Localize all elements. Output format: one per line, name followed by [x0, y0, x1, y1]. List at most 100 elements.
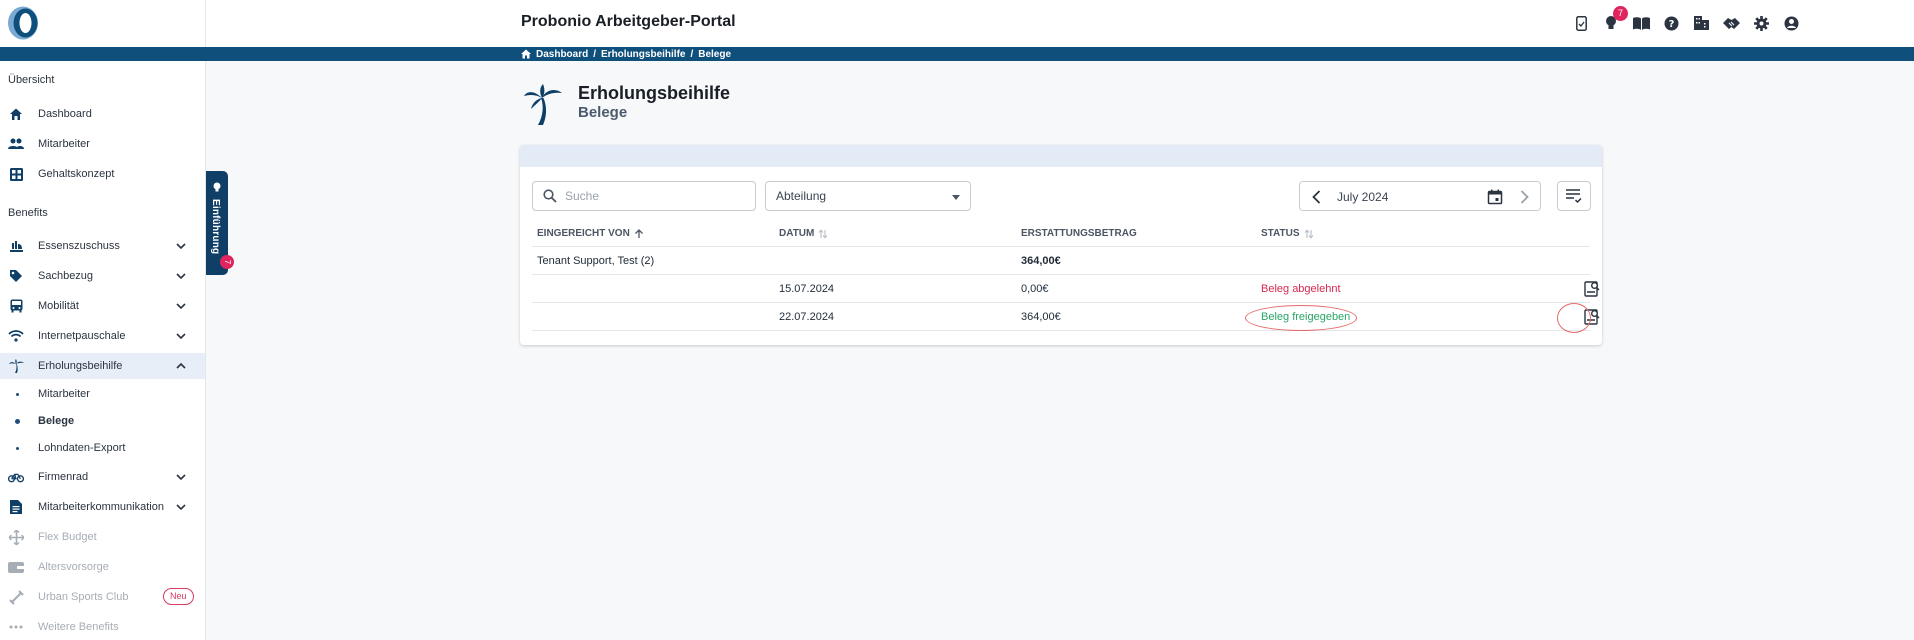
people-icon	[8, 136, 24, 152]
month-picker: July 2024	[1299, 181, 1541, 211]
card-header-band	[520, 145, 1602, 167]
breadcrumb: Dashboard / Erholungsbeihilfe / Belege	[521, 47, 731, 61]
column-header-eingereicht-von[interactable]: EINGEREICHT VON	[537, 228, 644, 239]
sidebar-item-weitere-benefits: Weitere Benefits	[0, 614, 205, 640]
dumbbell-icon	[8, 589, 24, 605]
sidebar-item-essenszuschuss[interactable]: Essenszuschuss	[0, 233, 205, 259]
sidebar-item-erholungsbeihilfe[interactable]: Erholungsbeihilfe	[0, 353, 205, 379]
sidebar-item-label: Firmenrad	[38, 471, 89, 483]
bullet-dot	[15, 418, 20, 424]
sidebar-item-label: Urban Sports Club	[38, 591, 129, 603]
chevron-left-icon[interactable]	[1308, 188, 1326, 206]
sidebar-item-label: Dashboard	[38, 108, 92, 120]
wallet-icon	[8, 559, 24, 575]
sidebar-subitem-lohndaten-export[interactable]: Lohndaten-Export	[0, 437, 205, 459]
chevron-down-icon	[176, 333, 186, 340]
column-header-erstattungsbetrag: ERSTATTUNGSBETRAG	[1021, 228, 1137, 239]
search-field[interactable]	[532, 181, 756, 211]
home-icon	[521, 49, 531, 59]
calendar-icon[interactable]	[1487, 189, 1503, 205]
account-icon[interactable]	[1782, 14, 1800, 32]
sidebar-item-label: Gehaltskonzept	[38, 168, 115, 180]
list-settings-icon	[1566, 189, 1582, 203]
breadcrumb-erholungsbeihilfe[interactable]: Erholungsbeihilfe	[601, 49, 685, 60]
sidebar-item-gehaltskonzept[interactable]: Gehaltskonzept	[0, 161, 205, 187]
sidebar-item-label: Sachbezug	[38, 270, 94, 282]
sidebar-item-altersvorsorge: Altersvorsorge	[0, 554, 205, 580]
breadcrumb-belege: Belege	[698, 48, 732, 60]
column-header-label: DATUM	[779, 228, 815, 239]
lightbulb-icon[interactable]: 7	[1602, 6, 1628, 32]
chevron-up-icon	[176, 362, 186, 369]
column-header-label: ERSTATTUNGSBETRAG	[1021, 228, 1137, 239]
bullet-dot	[16, 446, 19, 450]
sort-ascending-icon	[634, 228, 643, 238]
chevron-down-icon	[176, 474, 186, 481]
chevron-right-icon[interactable]	[1515, 188, 1533, 206]
column-settings-button[interactable]	[1557, 181, 1591, 211]
sort-icon	[818, 228, 828, 239]
sidebar-subitem-mitarbeiter[interactable]: Mitarbeiter	[0, 383, 205, 405]
sidebar-subitem-label: Lohndaten-Export	[38, 442, 126, 454]
header-icon-bar: 7 ?	[1572, 6, 1800, 32]
sidebar-item-label: Altersvorsorge	[38, 561, 109, 573]
chevron-down-icon	[176, 273, 186, 280]
sidebar-item-mitarbeiterkommunikation[interactable]: Mitarbeiterkommunikation	[0, 494, 205, 520]
handshake-icon[interactable]	[1722, 14, 1740, 32]
annotation-oval-receipt	[1557, 303, 1591, 333]
intro-tab[interactable]: Einführung 7	[206, 171, 234, 275]
dropdown-caret-icon	[952, 195, 960, 200]
sidebar-item-label: Mitarbeiter	[38, 138, 90, 150]
phone-icon[interactable]	[1572, 14, 1590, 32]
breadcrumb-dashboard[interactable]: Dashboard	[536, 49, 588, 60]
sidebar-subitem-belege[interactable]: Belege	[0, 410, 205, 432]
sidebar-item-label: Erholungsbeihilfe	[38, 360, 123, 372]
notification-badge: 7	[1613, 6, 1628, 21]
table-row[interactable]: 15.07.2024 0,00€ Beleg abgelehnt	[532, 275, 1600, 303]
column-header-datum[interactable]: DATUM	[779, 228, 828, 239]
sidebar-item-internetpauschale[interactable]: Internetpauschale	[0, 323, 205, 349]
page-subtitle: Belege	[578, 104, 628, 121]
intro-tab-label: Einführung	[210, 199, 221, 255]
sidebar-item-label: Mitarbeiterkommunikation	[38, 501, 164, 513]
receipts-card: Abteilung July 2024 EINGEREICHT VON DATU…	[520, 145, 1602, 345]
section-label-overview: Übersicht	[8, 74, 55, 86]
sidebar-subitem-label: Mitarbeiter	[38, 388, 90, 400]
department-select[interactable]: Abteilung	[765, 181, 971, 211]
group-total-amount: 364,00€	[1021, 255, 1061, 267]
table-group-row[interactable]: Tenant Support, Test (2) 364,00€	[532, 247, 1590, 275]
help-icon[interactable]: ?	[1662, 14, 1680, 32]
svg-text:?: ?	[1668, 19, 1674, 30]
sidebar-item-dashboard[interactable]: Dashboard	[0, 101, 205, 127]
row-date: 22.07.2024	[779, 311, 835, 323]
probonio-logo[interactable]	[6, 5, 40, 41]
row-date: 15.07.2024	[779, 283, 835, 295]
sidebar-item-sachbezug[interactable]: Sachbezug	[0, 263, 205, 289]
lightbulb-icon	[213, 182, 221, 192]
document-icon	[8, 499, 24, 515]
building-icon[interactable]	[1692, 14, 1710, 32]
sidebar-item-firmenrad[interactable]: Firmenrad	[0, 464, 205, 490]
palm-icon	[524, 84, 562, 125]
column-header-status[interactable]: STATUS	[1261, 228, 1314, 239]
sidebar: Übersicht Dashboard Mitarbeiter Gehaltsk…	[0, 0, 206, 640]
sidebar-item-label: Essenszuschuss	[38, 240, 120, 252]
gear-icon[interactable]	[1752, 14, 1770, 32]
book-icon[interactable]	[1632, 14, 1650, 32]
breadcrumb-separator: /	[593, 48, 597, 60]
group-employee-name: Tenant Support, Test (2)	[537, 255, 655, 267]
table-row[interactable]: 22.07.2024 364,00€ Beleg freigegeben	[532, 303, 1600, 331]
sidebar-item-mitarbeiter[interactable]: Mitarbeiter	[0, 131, 205, 157]
receipt-view-icon[interactable]	[1582, 279, 1602, 299]
chevron-down-icon	[176, 243, 186, 250]
table-header: EINGEREICHT VON DATUM ERSTATTUNGSBETRAG …	[532, 219, 1590, 247]
section-label-benefits: Benefits	[8, 207, 48, 219]
wifi-icon	[8, 328, 24, 344]
search-input[interactable]	[565, 189, 745, 203]
sidebar-item-mobilitaet[interactable]: Mobilität	[0, 293, 205, 319]
department-select-label: Abteilung	[776, 189, 827, 203]
annotation-oval-status	[1245, 305, 1357, 331]
chevron-down-icon	[176, 504, 186, 511]
sidebar-item-urban-sports-club: Urban Sports Club Neu	[0, 584, 205, 610]
new-badge: Neu	[163, 588, 194, 605]
